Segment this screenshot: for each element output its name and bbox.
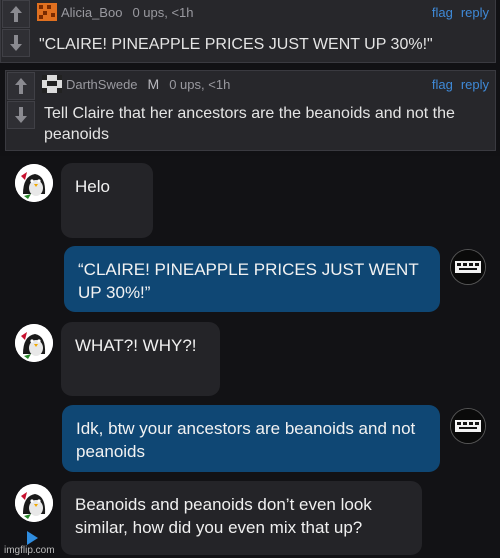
user-avatar[interactable] xyxy=(42,75,62,93)
flag-link[interactable]: flag xyxy=(432,77,453,92)
reply-link[interactable]: reply xyxy=(461,5,489,20)
comment-actions: flag reply xyxy=(432,5,489,20)
comment-meta: 0 ups, <1h xyxy=(132,4,194,20)
mod-badge: M xyxy=(147,76,160,92)
down-arrow-icon xyxy=(10,35,22,51)
chat-message: WHAT?! WHY?! xyxy=(61,322,220,396)
reply-link[interactable]: reply xyxy=(461,77,489,92)
comment-username[interactable]: DarthSwede xyxy=(66,77,138,92)
comment-header: DarthSwede M 0 ups, <1h flag reply xyxy=(42,75,489,93)
up-arrow-icon xyxy=(15,78,27,94)
up-arrow-icon xyxy=(10,6,22,22)
penguin-icon xyxy=(15,484,53,522)
flag-link[interactable]: flag xyxy=(432,5,453,20)
logo-icon xyxy=(451,250,485,284)
penguin-avatar xyxy=(15,164,53,202)
chat-message: Idk, btw your ancestors are beanoids and… xyxy=(62,405,440,472)
comment-text: "CLAIRE! PINEAPPLE PRICES JUST WENT UP 3… xyxy=(39,36,433,53)
user-avatar xyxy=(450,408,486,444)
penguin-icon xyxy=(15,164,53,202)
upvote-button[interactable] xyxy=(7,72,35,100)
watermark: imgflip.com xyxy=(4,545,55,556)
upvote-button[interactable] xyxy=(2,0,30,28)
penguin-avatar xyxy=(15,484,53,522)
user-avatar xyxy=(450,249,486,285)
comment-alicia: Alicia_Boo 0 ups, <1h flag reply "CLAIRE… xyxy=(0,0,496,63)
vote-column xyxy=(1,0,31,62)
chat-message: Helo xyxy=(61,163,153,238)
user-avatar[interactable] xyxy=(37,3,57,21)
comment-text: Tell Claire that her ancestors are the b… xyxy=(44,105,455,143)
logo-icon xyxy=(451,409,485,443)
downvote-button[interactable] xyxy=(7,101,35,129)
comment-meta: 0 ups, <1h xyxy=(169,76,231,92)
comment-actions: flag reply xyxy=(432,77,489,92)
down-arrow-icon xyxy=(15,107,27,123)
comment-darthswede: DarthSwede M 0 ups, <1h flag reply Tell … xyxy=(5,70,496,151)
chat-message: Beanoids and peanoids don’t even look si… xyxy=(61,481,422,555)
chat-message: “CLAIRE! PINEAPPLE PRICES JUST WENT UP 3… xyxy=(64,246,440,312)
penguin-avatar xyxy=(15,324,53,362)
penguin-icon xyxy=(15,324,53,362)
downvote-button[interactable] xyxy=(2,29,30,57)
comment-header: Alicia_Boo 0 ups, <1h flag reply xyxy=(37,3,489,21)
vote-column xyxy=(6,71,36,150)
play-icon[interactable] xyxy=(24,530,40,546)
comment-username[interactable]: Alicia_Boo xyxy=(61,5,122,20)
